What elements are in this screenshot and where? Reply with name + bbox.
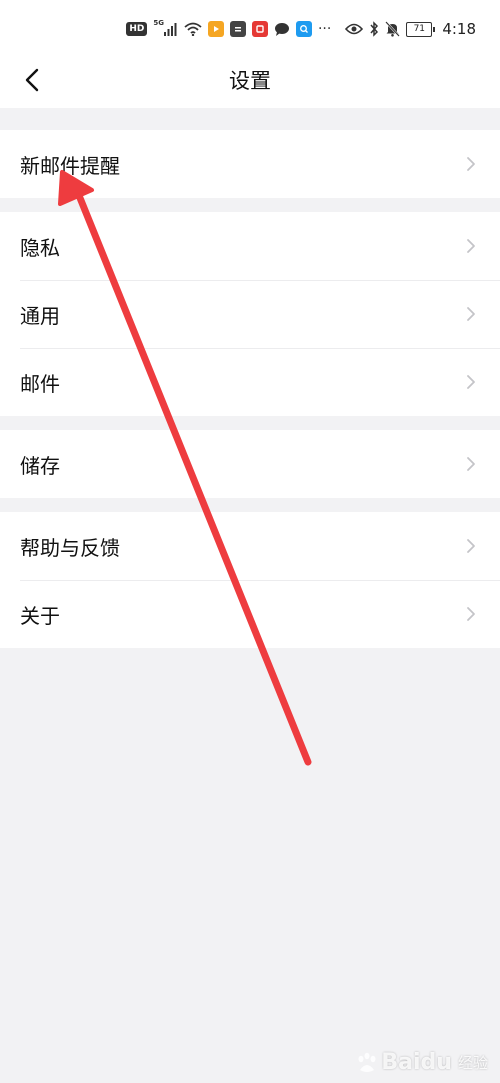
wifi-icon bbox=[184, 22, 202, 36]
watermark-sub: 经验 bbox=[457, 1054, 488, 1072]
baidu-watermark: Baidu 经验 bbox=[355, 1050, 488, 1075]
chevron-right-icon bbox=[467, 157, 475, 171]
status-bar: HD 5G ··· 71 4:18 bbox=[0, 0, 500, 52]
settings-item-about[interactable]: 关于 bbox=[0, 580, 500, 648]
settings-item-help-feedback[interactable]: 帮助与反馈 bbox=[0, 512, 500, 580]
settings-item-label: 隐私 bbox=[20, 235, 60, 260]
more-notifications-icon: ··· bbox=[317, 21, 332, 37]
paw-logo-icon bbox=[358, 1052, 376, 1072]
settings-item-label: 通用 bbox=[20, 303, 60, 328]
chevron-right-icon bbox=[467, 607, 475, 621]
bluetooth-icon bbox=[369, 21, 379, 37]
watermark-brand: Baidu bbox=[381, 1050, 452, 1075]
message-bubble-icon bbox=[274, 22, 290, 37]
settings-item-general[interactable]: 通用 bbox=[0, 280, 500, 348]
settings-item-storage[interactable]: 储存 bbox=[0, 430, 500, 498]
network-type-label: 5G bbox=[153, 19, 164, 27]
settings-item-label: 关于 bbox=[20, 603, 60, 628]
chevron-right-icon bbox=[467, 375, 475, 389]
battery-icon: 71 bbox=[406, 21, 436, 37]
settings-item-new-mail-alert[interactable]: 新邮件提醒 bbox=[0, 130, 500, 198]
eye-comfort-icon bbox=[345, 23, 364, 35]
app-notification-icon bbox=[229, 21, 246, 37]
cellular-signal-icon: 5G bbox=[153, 19, 178, 36]
red-app-notification-icon bbox=[251, 21, 268, 37]
settings-group-storage: 储存 bbox=[0, 430, 500, 498]
settings-group-general: 隐私 通用 邮件 bbox=[0, 212, 500, 416]
settings-item-label: 邮件 bbox=[20, 371, 60, 396]
status-icons: HD 5G ··· 71 4:18 bbox=[126, 17, 476, 41]
chevron-right-icon bbox=[467, 307, 475, 321]
chevron-right-icon bbox=[467, 239, 475, 253]
search-app-notification-icon bbox=[295, 21, 312, 37]
settings-item-label: 帮助与反馈 bbox=[20, 535, 120, 560]
chevron-right-icon bbox=[467, 539, 475, 553]
navigation-bar: 设置 bbox=[0, 52, 500, 108]
hd-badge: HD bbox=[126, 22, 148, 36]
clock: 4:18 bbox=[442, 20, 476, 38]
settings-group-support: 帮助与反馈 关于 bbox=[0, 512, 500, 648]
page-title: 设置 bbox=[229, 69, 271, 93]
settings-item-mail[interactable]: 邮件 bbox=[0, 348, 500, 416]
video-app-notification-icon bbox=[207, 21, 224, 37]
settings-item-label: 储存 bbox=[20, 453, 60, 478]
chevron-right-icon bbox=[467, 457, 475, 471]
settings-item-privacy[interactable]: 隐私 bbox=[0, 212, 500, 280]
settings-group-notifications: 新邮件提醒 bbox=[0, 130, 500, 198]
mute-bell-icon bbox=[385, 21, 401, 37]
settings-item-label: 新邮件提醒 bbox=[20, 153, 120, 178]
